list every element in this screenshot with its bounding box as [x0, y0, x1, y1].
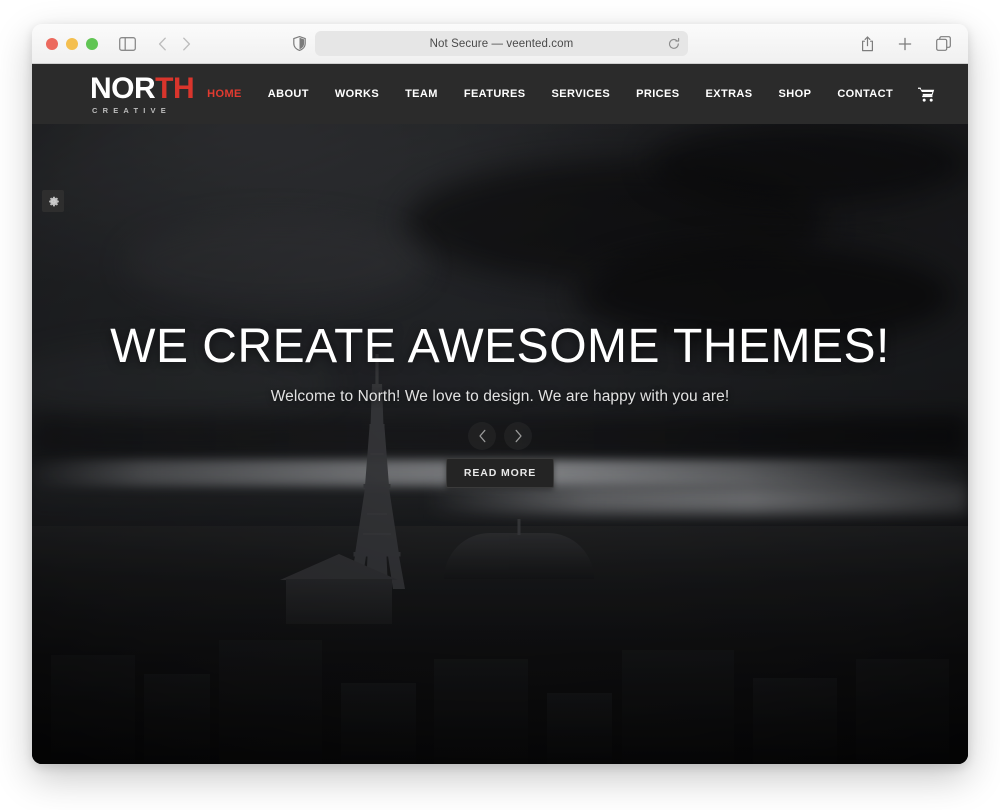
chevron-left-icon[interactable] [468, 422, 496, 451]
share-icon[interactable] [854, 31, 880, 57]
address-bar[interactable]: Not Secure — veented.com [315, 31, 688, 56]
tab-overview-icon[interactable] [930, 31, 956, 57]
nav-item-services[interactable]: SERVICES [539, 88, 624, 100]
maximize-window-button[interactable] [86, 37, 98, 50]
nav-item-home[interactable]: HOME [194, 88, 255, 100]
nav-item-works[interactable]: WORKS [322, 88, 392, 100]
nav-item-features[interactable]: FEATURES [451, 88, 539, 100]
privacy-shield-icon[interactable] [286, 31, 312, 57]
back-arrow-icon[interactable] [150, 31, 174, 57]
url-text: Not Secure — veented.com [429, 37, 574, 50]
sidebar-icon[interactable] [114, 31, 140, 57]
hero-subtitle: Welcome to North! We love to design. We … [270, 388, 730, 406]
read-more-button[interactable]: READ MORE [445, 458, 555, 489]
main-navigation: HOME ABOUT WORKS TEAM FEATURES SERVICES … [194, 87, 935, 102]
cloud-shape [649, 120, 968, 206]
reload-icon[interactable] [668, 37, 680, 50]
chevron-right-icon[interactable] [504, 422, 532, 451]
plus-icon[interactable] [892, 31, 918, 57]
browser-toolbar: Not Secure — veented.com [32, 24, 968, 64]
gear-icon[interactable] [42, 190, 64, 212]
nav-item-team[interactable]: TEAM [392, 88, 451, 100]
grand-palais-dome [443, 532, 594, 579]
nav-item-extras[interactable]: EXTRAS [693, 88, 766, 100]
close-window-button[interactable] [46, 37, 58, 50]
logo-tagline: CREATIVE [92, 105, 171, 115]
navigation-arrows [150, 31, 198, 57]
hero-title: WE CREATE AWESOME THEMES! [110, 320, 890, 373]
cloud-shape [125, 218, 426, 310]
nav-item-about[interactable]: ABOUT [255, 88, 322, 100]
logo-wordmark: NORTH [90, 71, 195, 105]
carousel-controls [32, 422, 968, 451]
logo-text-red: TH [155, 71, 195, 105]
site-header: NORTH CREATIVE HOME ABOUT WORKS TEAM FEA… [32, 64, 968, 124]
page-viewport: NORTH CREATIVE HOME ABOUT WORKS TEAM FEA… [32, 64, 968, 764]
nav-item-shop[interactable]: SHOP [766, 88, 825, 100]
window-controls [46, 37, 98, 50]
forward-arrow-icon[interactable] [174, 31, 198, 57]
hero-content: WE CREATE AWESOME THEMES! Welcome to Nor… [32, 320, 968, 489]
nav-item-contact[interactable]: CONTACT [824, 88, 906, 100]
browser-window: Not Secure — veented.com NORTH CREATIVE … [32, 24, 968, 764]
site-logo[interactable]: NORTH CREATIVE [90, 71, 195, 115]
nav-item-prices[interactable]: PRICES [623, 88, 692, 100]
shopping-cart-icon[interactable] [918, 87, 935, 102]
classical-building-silhouette [280, 554, 399, 624]
logo-text-white: NOR [90, 71, 156, 105]
toolbar-right-actions [854, 31, 956, 57]
minimize-window-button[interactable] [66, 37, 78, 50]
